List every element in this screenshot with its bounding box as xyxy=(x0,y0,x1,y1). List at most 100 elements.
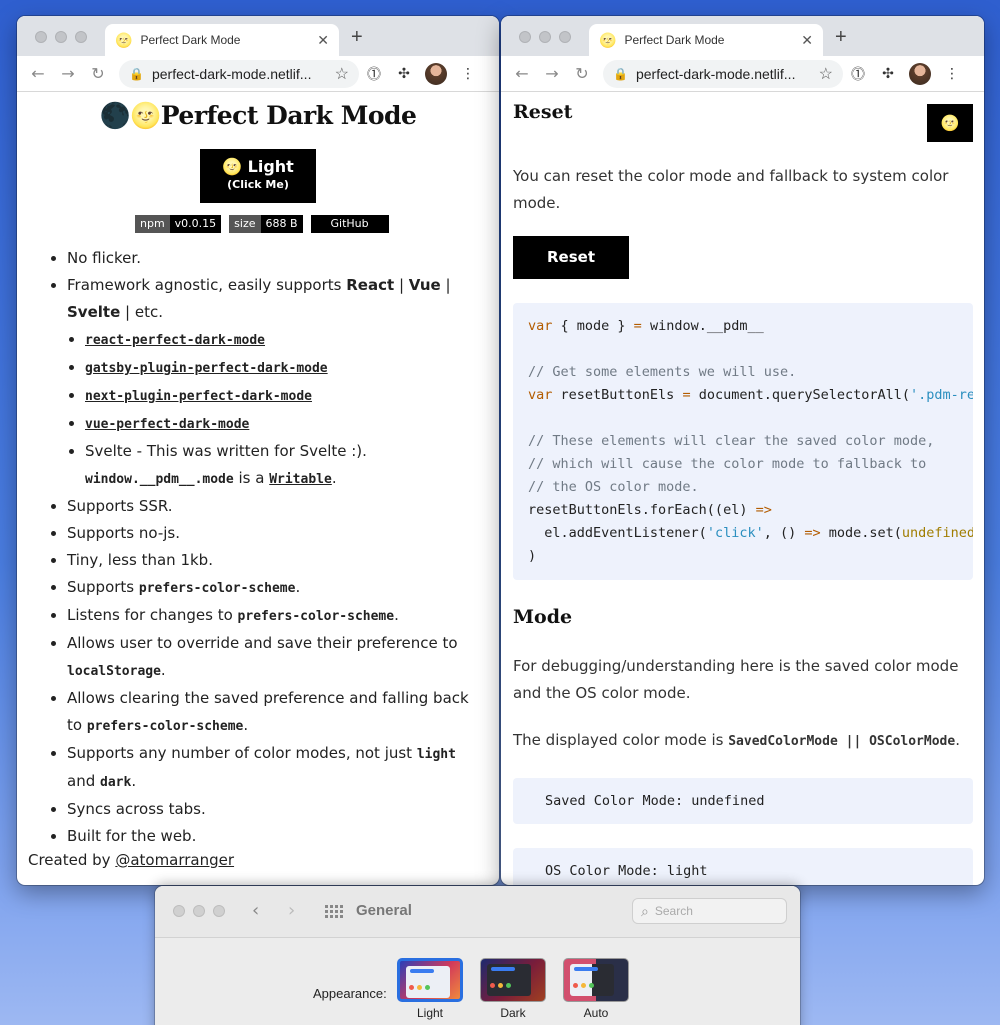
favicon-icon: 🌝 xyxy=(599,31,617,48)
zoom-window-button[interactable] xyxy=(75,31,87,43)
list-item: Supports prefers-color-scheme. xyxy=(67,574,487,602)
extensions-icon[interactable]: ✣ xyxy=(389,66,419,82)
reload-icon[interactable]: ↻ xyxy=(567,64,597,83)
saved-mode-output: Saved Color Mode: undefined xyxy=(513,778,973,824)
bookmark-star-icon[interactable]: ☆ xyxy=(335,64,349,84)
close-window-button[interactable] xyxy=(35,31,47,43)
writable-link[interactable]: Writable xyxy=(269,472,332,487)
profile-avatar[interactable] xyxy=(909,62,931,85)
prefs-title: General xyxy=(356,902,412,919)
password-manager-icon[interactable]: ⓵ xyxy=(359,64,389,84)
list-item: Supports any number of color modes, not … xyxy=(67,740,487,796)
code-block: var { mode } = window.__pdm__ // Get som… xyxy=(513,303,973,580)
list-item: Listens for changes to prefers-color-sch… xyxy=(67,602,487,630)
address-bar[interactable]: 🔒 perfect-dark-mode.netlif... ☆ xyxy=(119,59,359,88)
package-link[interactable]: gatsby-plugin-perfect-dark-mode xyxy=(85,361,328,376)
reset-button[interactable]: Reset xyxy=(513,236,629,279)
tab-title: Perfect Dark Mode xyxy=(624,33,725,47)
light-preview xyxy=(397,958,463,1002)
password-manager-icon[interactable]: ⓵ xyxy=(843,64,873,84)
browser-tab[interactable]: 🌝 Perfect Dark Mode ✕ xyxy=(105,24,339,56)
browser-toolbar: ← → ↻ 🔒 perfect-dark-mode.netlif... ☆ ⓵ … xyxy=(17,56,499,92)
minimize-window-button[interactable] xyxy=(193,905,205,917)
color-mode-toggle-button[interactable]: 🌝 Light (Click Me) xyxy=(200,149,316,203)
zoom-window-button[interactable] xyxy=(559,31,571,43)
close-window-button[interactable] xyxy=(173,905,185,917)
appearance-option-light[interactable]: Light xyxy=(397,958,463,1020)
author-link[interactable]: @atomarranger xyxy=(115,851,234,869)
address-bar[interactable]: 🔒 perfect-dark-mode.netlif... ☆ xyxy=(603,59,843,88)
feature-list: No flicker. Framework agnostic, easily s… xyxy=(67,245,487,850)
appearance-option-dark[interactable]: Dark xyxy=(480,958,546,1020)
sun-face-icon: 🌝 xyxy=(222,157,243,176)
zoom-window-button[interactable] xyxy=(213,905,225,917)
github-badge[interactable]: GitHub xyxy=(310,215,389,233)
show-all-grid-icon[interactable] xyxy=(325,905,343,918)
reset-description: You can reset the color mode and fallbac… xyxy=(513,167,949,212)
list-item: No flicker. xyxy=(67,245,487,272)
list-item: Supports SSR. xyxy=(67,493,487,520)
url-text: perfect-dark-mode.netlif... xyxy=(151,65,312,82)
list-item: Allows user to override and save their p… xyxy=(67,630,487,685)
mode-description: For debugging/understanding here is the … xyxy=(513,657,959,702)
back-chevron-icon[interactable]: ‹ xyxy=(252,900,259,921)
appearance-option-auto[interactable]: Auto xyxy=(563,958,629,1020)
appearance-label: Appearance: xyxy=(313,986,387,1001)
displayed-mode-text: The displayed color mode is SavedColorMo… xyxy=(513,731,960,749)
browser-tab[interactable]: 🌝 Perfect Dark Mode ✕ xyxy=(589,24,823,56)
back-icon[interactable]: ← xyxy=(23,64,53,83)
floating-toggle-button[interactable]: 🌝 xyxy=(927,104,973,142)
browser-window-right: 🌝 Perfect Dark Mode ✕ + ← → ↻ 🔒 perfect-… xyxy=(501,16,984,885)
new-tab-button[interactable]: + xyxy=(351,26,363,49)
forward-icon[interactable]: → xyxy=(537,64,567,83)
created-by: Created by @atomarranger xyxy=(28,851,235,869)
back-icon[interactable]: ← xyxy=(507,64,537,83)
package-link[interactable]: vue-perfect-dark-mode xyxy=(85,417,249,432)
page-content: 🌑🌝Perfect Dark Mode 🌝 Light (Click Me) n… xyxy=(17,93,499,885)
lock-icon: 🔒 xyxy=(129,66,144,81)
more-menu-icon[interactable]: ⋮ xyxy=(937,66,967,82)
new-tab-button[interactable]: + xyxy=(835,26,847,49)
reload-icon[interactable]: ↻ xyxy=(83,64,113,83)
more-menu-icon[interactable]: ⋮ xyxy=(453,66,483,82)
browser-window-left: 🌝 Perfect Dark Mode ✕ + ← → ↻ 🔒 perfect-… xyxy=(17,16,499,885)
close-window-button[interactable] xyxy=(519,31,531,43)
moon-emoji-icon: 🌑🌝 xyxy=(99,101,162,130)
window-controls xyxy=(173,905,225,917)
auto-preview xyxy=(563,958,629,1002)
lock-icon: 🔒 xyxy=(613,66,628,81)
url-text: perfect-dark-mode.netlif... xyxy=(635,65,796,82)
close-tab-icon[interactable]: ✕ xyxy=(801,32,813,49)
tab-strip: 🌝 Perfect Dark Mode ✕ + xyxy=(501,16,984,56)
list-item: Framework agnostic, easily supports Reac… xyxy=(67,272,487,493)
forward-chevron-icon[interactable]: › xyxy=(288,900,295,921)
window-controls xyxy=(35,31,87,43)
prefs-toolbar: ‹ › General ⌕ Search xyxy=(155,886,800,938)
page-title: 🌑🌝Perfect Dark Mode xyxy=(99,101,417,130)
badges: npm v0.0.15 size 688 B GitHub xyxy=(135,215,389,233)
close-tab-icon[interactable]: ✕ xyxy=(317,32,329,49)
search-input[interactable]: ⌕ Search xyxy=(632,898,787,924)
favicon-icon: 🌝 xyxy=(115,31,133,48)
minimize-window-button[interactable] xyxy=(55,31,67,43)
extensions-icon[interactable]: ✣ xyxy=(873,66,903,82)
window-controls xyxy=(519,31,571,43)
package-list: react-perfect-dark-mode gatsby-plugin-pe… xyxy=(85,326,487,493)
list-item: Supports no-js. xyxy=(67,520,487,547)
profile-avatar[interactable] xyxy=(425,62,447,85)
bookmark-star-icon[interactable]: ☆ xyxy=(819,64,833,84)
minimize-window-button[interactable] xyxy=(539,31,551,43)
system-preferences-window: ‹ › General ⌕ Search Appearance: Light D… xyxy=(155,886,800,1025)
npm-badge[interactable]: npm v0.0.15 xyxy=(135,215,222,233)
page-content: Reset 🌝 You can reset the color mode and… xyxy=(501,93,984,885)
mode-heading: Mode xyxy=(513,606,573,628)
package-link[interactable]: react-perfect-dark-mode xyxy=(85,333,265,348)
list-item: Svelte - This was written for Svelte :).… xyxy=(85,438,487,493)
size-badge[interactable]: size 688 B xyxy=(229,215,303,233)
dark-preview xyxy=(480,958,546,1002)
list-item: Syncs across tabs. xyxy=(67,796,487,823)
package-link[interactable]: next-plugin-perfect-dark-mode xyxy=(85,389,312,404)
forward-icon[interactable]: → xyxy=(53,64,83,83)
browser-toolbar: ← → ↻ 🔒 perfect-dark-mode.netlif... ☆ ⓵ … xyxy=(501,56,984,92)
tab-strip: 🌝 Perfect Dark Mode ✕ + xyxy=(17,16,499,56)
